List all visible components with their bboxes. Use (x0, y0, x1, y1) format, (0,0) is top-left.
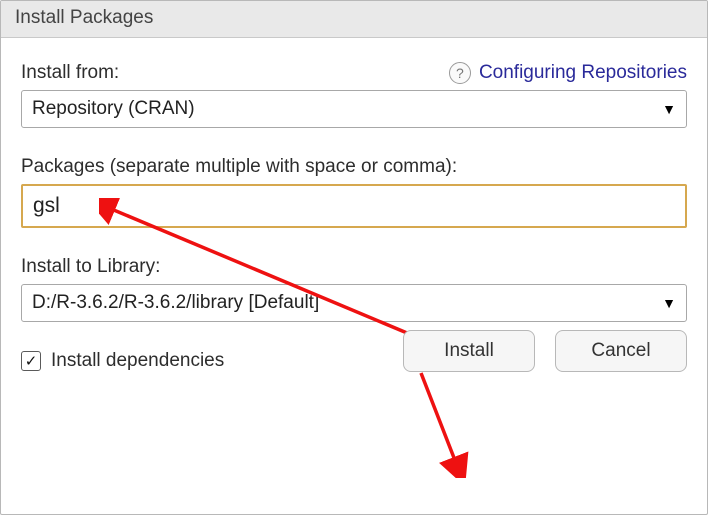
install-button[interactable]: Install (403, 330, 535, 372)
install-to-label: Install to Library: (21, 256, 687, 278)
help-link-group: ? Configuring Repositories (449, 62, 687, 84)
install-to-value: D:/R-3.6.2/R-3.6.2/library [Default] (32, 292, 319, 314)
configuring-repositories-link[interactable]: Configuring Repositories (479, 62, 687, 84)
install-to-select[interactable]: D:/R-3.6.2/R-3.6.2/library [Default] ▼ (21, 284, 687, 322)
install-from-value: Repository (CRAN) (32, 98, 195, 120)
chevron-down-icon: ▼ (662, 295, 676, 311)
cancel-button[interactable]: Cancel (555, 330, 687, 372)
dialog-body: Install from: ? Configuring Repositories… (1, 38, 707, 390)
install-packages-dialog: Install Packages Install from: ? Configu… (0, 0, 708, 515)
packages-label: Packages (separate multiple with space o… (21, 156, 687, 178)
annotation-arrow-icon (401, 368, 491, 478)
packages-input[interactable] (21, 184, 687, 228)
install-dependencies-label: Install dependencies (51, 350, 224, 372)
dialog-title: Install Packages (1, 1, 707, 38)
install-dependencies-checkbox[interactable]: ✓ (21, 351, 41, 371)
install-from-select[interactable]: Repository (CRAN) ▼ (21, 90, 687, 128)
help-icon[interactable]: ? (449, 62, 471, 84)
chevron-down-icon: ▼ (662, 101, 676, 117)
install-from-label: Install from: (21, 62, 119, 84)
